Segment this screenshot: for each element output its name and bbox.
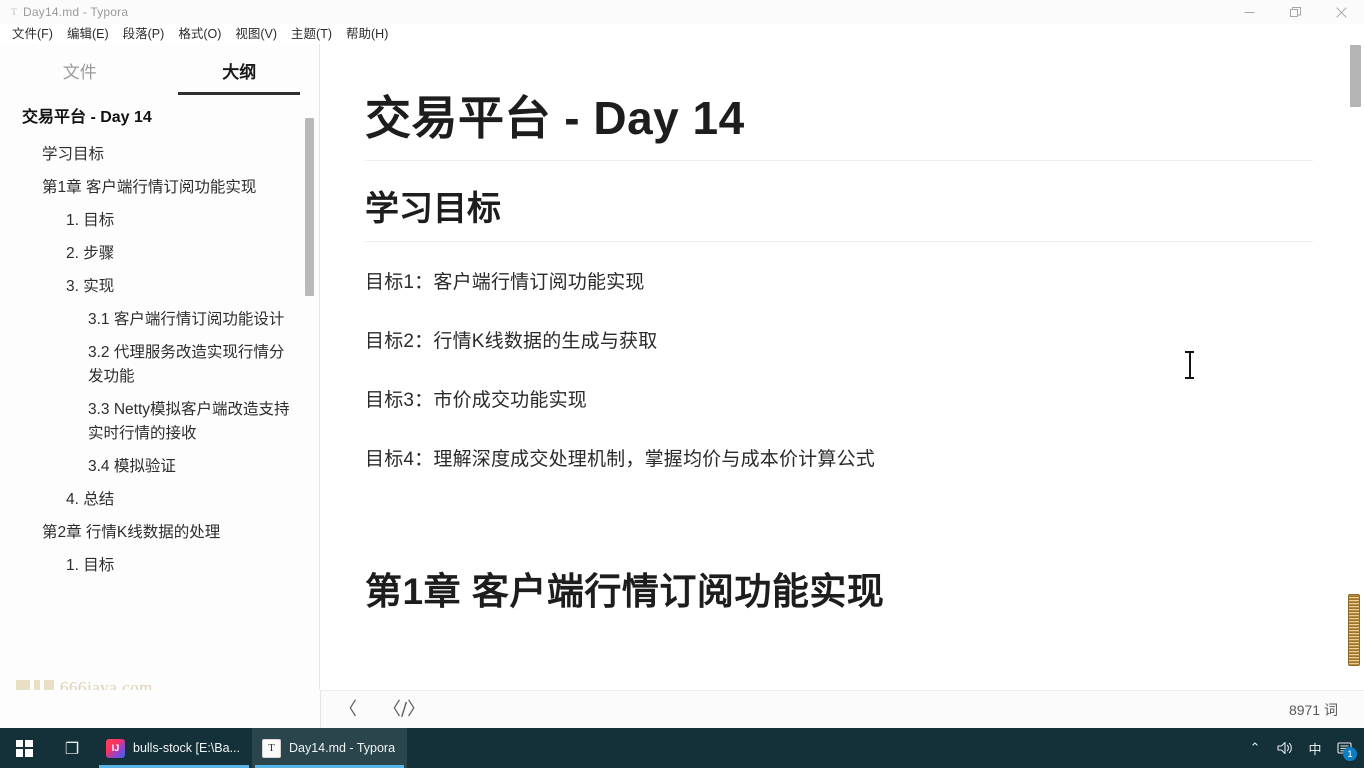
menu-item-file[interactable]: 文件(F) [5, 24, 60, 44]
goal-paragraph-4: 目标4：理解深度成交处理机制，掌握均价与成本价计算公式 [365, 449, 875, 471]
outline-item-4[interactable]: 2. 步骤 [22, 242, 295, 266]
outline-item-3[interactable]: 1. 目标 [22, 209, 295, 233]
outline-item-1[interactable]: 学习目标 [22, 143, 295, 167]
outline-item-2[interactable]: 第1章 客户端行情订阅功能实现 [22, 176, 295, 200]
ime-language-icon[interactable]: 中 [1300, 728, 1330, 768]
taskbar-app-typora[interactable]: T Day14.md - Typora [251, 728, 408, 768]
outline-list: 交易平台 - Day 14 学习目标 第1章 客户端行情订阅功能实现 1. 目标… [0, 92, 319, 578]
goal-paragraph-3: 目标3：市价成交功能实现 [365, 390, 587, 412]
tab-outline[interactable]: 大纲 [160, 58, 320, 95]
system-tray: ⌃ 中 1 [1240, 728, 1364, 768]
typora-icon: T [261, 738, 281, 758]
volume-icon[interactable] [1270, 728, 1300, 768]
section-heading-h2: 学习目标 [365, 187, 1313, 242]
menu-bar: 文件(F) 编辑(E) 段落(P) 格式(O) 视图(V) 主题(T) 帮助(H… [0, 24, 1364, 44]
close-button[interactable] [1318, 0, 1364, 24]
outline-item-7[interactable]: 3.2 代理服务改造实现行情分发功能 [22, 341, 295, 389]
outline-item-11[interactable]: 第2章 行情K线数据的处理 [22, 521, 295, 545]
goal-paragraph-1: 目标1：客户端行情订阅功能实现 [365, 271, 645, 293]
source-code-icon[interactable]: 〈/〉 [383, 700, 425, 719]
windows-taskbar: ❐ IJ bulls-stock [E:\Ba... T Day14.md - … [0, 728, 1364, 768]
windows-start-icon[interactable] [0, 728, 48, 768]
minimize-button[interactable] [1226, 0, 1272, 24]
notification-badge: 1 [1343, 747, 1357, 761]
menu-item-theme[interactable]: 主题(T) [284, 24, 339, 44]
sidebar-panel: 文件 大纲 交易平台 - Day 14 学习目标 第1章 客户端行情订阅功能实现… [0, 44, 320, 690]
chevron-left-icon[interactable]: 〈 [339, 700, 357, 719]
menu-item-view[interactable]: 视图(V) [228, 24, 284, 44]
outline-item-0[interactable]: 交易平台 - Day 14 [22, 106, 295, 131]
chapter-heading-h1: 第1章 客户端行情订阅功能实现 [365, 570, 885, 612]
status-bar-left: 〈 〈/〉 [321, 700, 425, 719]
outline-item-5[interactable]: 3. 实现 [22, 275, 295, 299]
outline-item-9[interactable]: 3.4 模拟验证 [22, 455, 295, 479]
outline-item-8[interactable]: 3.3 Netty模拟客户端改造支持实时行情的接收 [22, 398, 295, 446]
taskbar-app-label-typora: Day14.md - Typora [288, 741, 396, 755]
menu-item-help[interactable]: 帮助(H) [339, 24, 395, 44]
window-title: Day14.md - Typora [23, 5, 129, 19]
taskbar-app-intellij[interactable]: IJ bulls-stock [E:\Ba... [96, 728, 252, 768]
notifications-icon[interactable]: 1 [1330, 728, 1360, 768]
status-bar: 〈 〈/〉 8971 词 [321, 690, 1364, 728]
title-bar: T Day14.md - Typora [0, 0, 1364, 24]
document-title-h1: 交易平台 - Day 14 [365, 90, 1313, 161]
menu-item-paragraph[interactable]: 段落(P) [116, 24, 172, 44]
restore-button[interactable] [1272, 0, 1318, 24]
sidebar-scrollbar-thumb[interactable] [305, 118, 314, 296]
goal-paragraph-2: 目标2：行情K线数据的生成与获取 [365, 330, 658, 352]
editor-area[interactable]: 交易平台 - Day 14 学习目标 目标1：客户端行情订阅功能实现 目标2：行… [321, 44, 1364, 690]
taskbar-app-label-intellij: bulls-stock [E:\Ba... [133, 741, 240, 755]
editor-scrollbar-thumb[interactable] [1350, 45, 1361, 107]
menu-item-edit[interactable]: 编辑(E) [60, 24, 116, 44]
task-view-icon[interactable]: ❐ [48, 728, 96, 768]
outline-item-10[interactable]: 4. 总结 [22, 488, 295, 512]
outline-item-6[interactable]: 3.1 客户端行情订阅功能设计 [22, 308, 295, 332]
status-bar-sidebar-area [0, 690, 321, 728]
outline-item-12[interactable]: 1. 目标 [22, 554, 295, 578]
document-content: 交易平台 - Day 14 学习目标 目标1：客户端行情订阅功能实现 目标2：行… [321, 44, 1313, 615]
typora-document-icon: T [11, 7, 17, 17]
editor-scrollbar-thumb-secondary[interactable] [1348, 594, 1360, 666]
tab-files[interactable]: 文件 [0, 58, 160, 95]
word-count-label[interactable]: 8971 词 [1289, 700, 1364, 720]
show-hidden-icons-icon[interactable]: ⌃ [1240, 728, 1270, 768]
intellij-idea-icon: IJ [106, 738, 125, 758]
typora-window: T Day14.md - Typora 文件(F) 编辑(E) 段落(P) 格式… [0, 0, 1364, 768]
menu-item-format[interactable]: 格式(O) [171, 24, 228, 44]
sidebar-tabs: 文件 大纲 [0, 44, 319, 92]
window-controls [1226, 0, 1364, 24]
